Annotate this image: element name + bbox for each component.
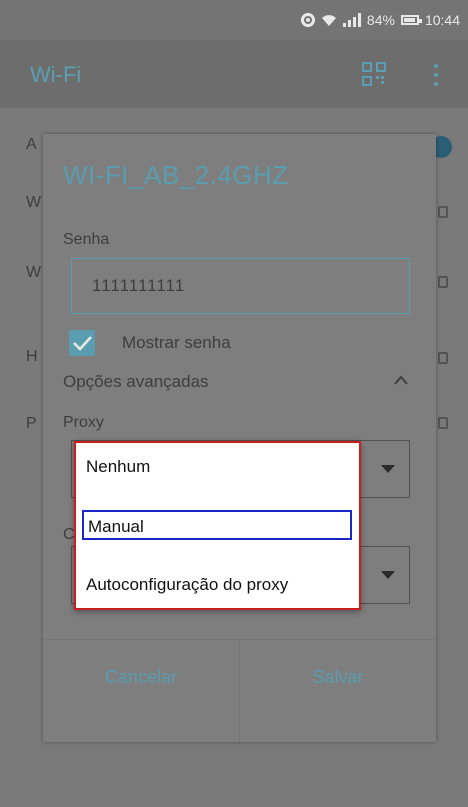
bg-row: P — [26, 415, 37, 432]
battery-percent: 84% — [366, 12, 395, 28]
bg-row: H — [26, 348, 38, 365]
bg-row: W — [26, 194, 42, 211]
sync-icon — [300, 13, 315, 27]
dialog-title: WI-FI_AB_2.4GHZ — [63, 160, 289, 190]
battery-icon — [400, 15, 422, 25]
show-password-checkbox[interactable] — [69, 330, 95, 356]
status-bar: 84% 10:44 — [0, 0, 468, 40]
signal-icon — [342, 13, 361, 27]
app-bar: Wi-Fi — [0, 40, 468, 108]
lock-icon — [438, 352, 448, 364]
status-icons: 84% 10:44 — [300, 12, 460, 28]
lock-icon — [438, 276, 448, 288]
qr-code-icon[interactable] — [362, 62, 386, 86]
password-label: Senha — [63, 231, 110, 248]
dropdown-arrow-icon — [381, 465, 395, 473]
bg-row: A — [26, 136, 37, 153]
bg-row: W — [26, 264, 42, 281]
wifi-icon — [321, 15, 336, 26]
proxy-options-popup: Nenhum Manual Autoconfiguração do proxy — [74, 441, 361, 610]
ip-settings-label: C — [63, 526, 75, 543]
cancel-button[interactable]: Cancelar — [43, 639, 239, 716]
wifi-connect-dialog: WI-FI_AB_2.4GHZ Senha 1111111111 Mostrar… — [43, 134, 436, 742]
more-options-icon[interactable] — [432, 62, 440, 88]
advanced-options-label[interactable]: Opções avançadas — [63, 372, 209, 392]
dropdown-arrow-icon — [381, 571, 395, 579]
chevron-up-icon[interactable] — [393, 374, 409, 386]
proxy-option-none[interactable]: Nenhum — [86, 457, 150, 477]
proxy-option-manual[interactable]: Manual — [82, 510, 352, 540]
clock: 10:44 — [424, 12, 460, 28]
password-input[interactable]: 1111111111 — [71, 258, 410, 314]
lock-icon — [438, 417, 448, 429]
proxy-option-autoconfig[interactable]: Autoconfiguração do proxy — [86, 575, 288, 595]
page-title: Wi-Fi — [30, 62, 82, 87]
save-button[interactable]: Salvar — [240, 639, 436, 716]
show-password-label[interactable]: Mostrar senha — [122, 333, 231, 353]
lock-icon — [438, 206, 448, 218]
proxy-label: Proxy — [63, 414, 104, 431]
